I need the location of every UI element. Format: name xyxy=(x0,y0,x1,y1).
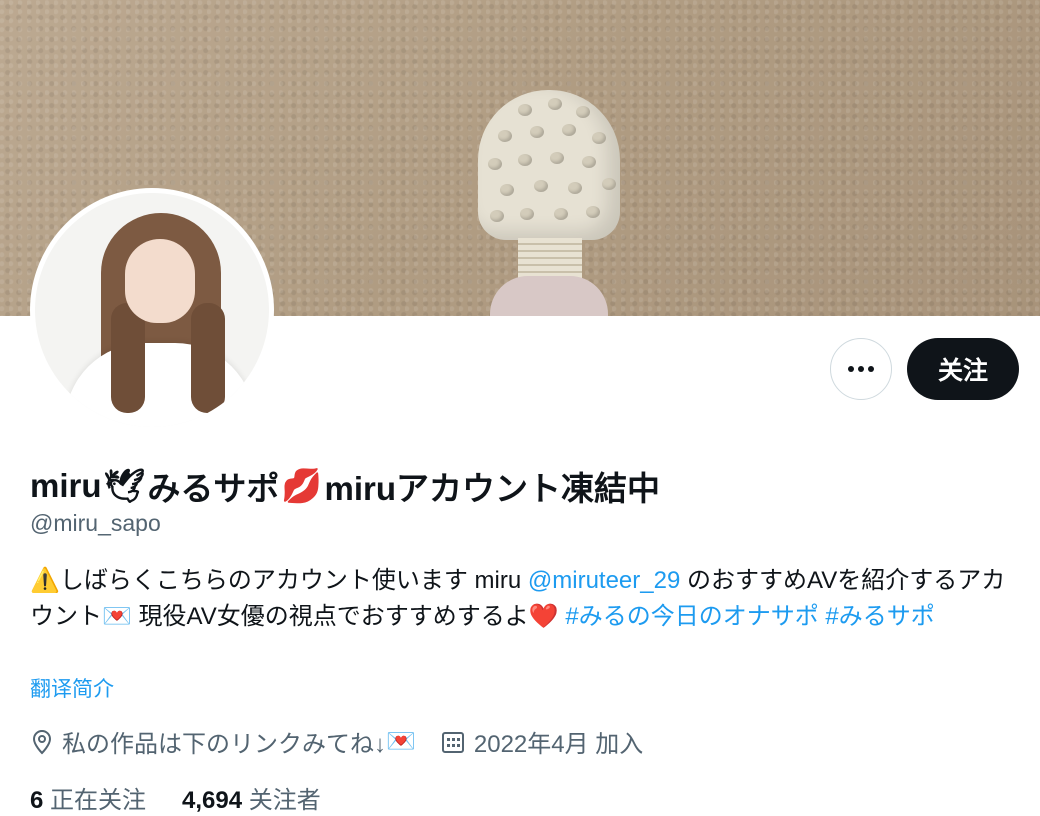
display-name: miru 🕊 みるサポ 💋 miruアカウント凍結中 xyxy=(30,462,660,510)
profile-meta: 私の作品は下のリンクみてね↓ 💌 2022年4月 加入 xyxy=(30,724,667,759)
location-pin-icon xyxy=(32,729,52,754)
love-letter-icon: 💌 xyxy=(386,728,416,755)
joined-date: 2022年4月 加入 xyxy=(473,731,644,758)
banner-wand-body xyxy=(490,276,608,316)
followers-count: 4,694 xyxy=(182,787,243,814)
translate-bio-link[interactable]: 翻译简介 xyxy=(30,673,114,703)
location-item: 私の作品は下のリンクみてね↓ 💌 xyxy=(30,724,416,759)
kiss-mark-icon: 💋 xyxy=(281,466,323,504)
mention-link[interactable]: @miruteer_29 xyxy=(528,567,680,594)
user-handle: @miru_sapo xyxy=(30,510,161,536)
bio-text-1: しばらくこちらのアカウント使います miru xyxy=(59,567,528,594)
more-dots-icon xyxy=(848,366,874,372)
love-letter-icon: 💌 xyxy=(102,603,132,630)
followers-link[interactable]: 4,694 关注者 xyxy=(182,780,321,815)
dove-icon: 🕊 xyxy=(103,466,146,504)
more-options-button[interactable] xyxy=(830,338,892,400)
follow-stats: 6 正在关注 4,694 关注者 xyxy=(30,780,357,815)
name-prefix: miru xyxy=(30,467,102,504)
bio-text-3: 現役AV女優の視点でおすすめするよ xyxy=(131,603,529,630)
calendar-icon xyxy=(441,731,464,753)
hashtag-link-1[interactable]: #みるの今日のオナサポ xyxy=(559,603,818,630)
following-label: 正在关注 xyxy=(43,787,147,814)
follow-button[interactable]: 关注 xyxy=(907,338,1019,400)
avatar[interactable] xyxy=(30,188,274,432)
name-middle: みるサポ xyxy=(147,470,280,507)
avatar-photo xyxy=(35,193,269,427)
following-link[interactable]: 6 正在关注 xyxy=(30,780,146,815)
profile-bio: ⚠️しばらくこちらのアカウント使います miru @miruteer_29 のお… xyxy=(30,563,1020,635)
heart-icon: ❤️ xyxy=(528,603,559,630)
joined-item: 2022年4月 加入 xyxy=(440,724,643,759)
hashtag-link-2[interactable]: #みるサポ xyxy=(819,603,934,630)
banner-wand-head xyxy=(478,90,620,240)
following-count: 6 xyxy=(30,787,44,814)
name-suffix: miruアカウント凍結中 xyxy=(324,470,661,507)
warning-icon: ⚠️ xyxy=(30,567,60,594)
location-text: 私の作品は下のリンクみてね↓ xyxy=(62,731,386,758)
followers-label: 关注者 xyxy=(242,787,321,814)
